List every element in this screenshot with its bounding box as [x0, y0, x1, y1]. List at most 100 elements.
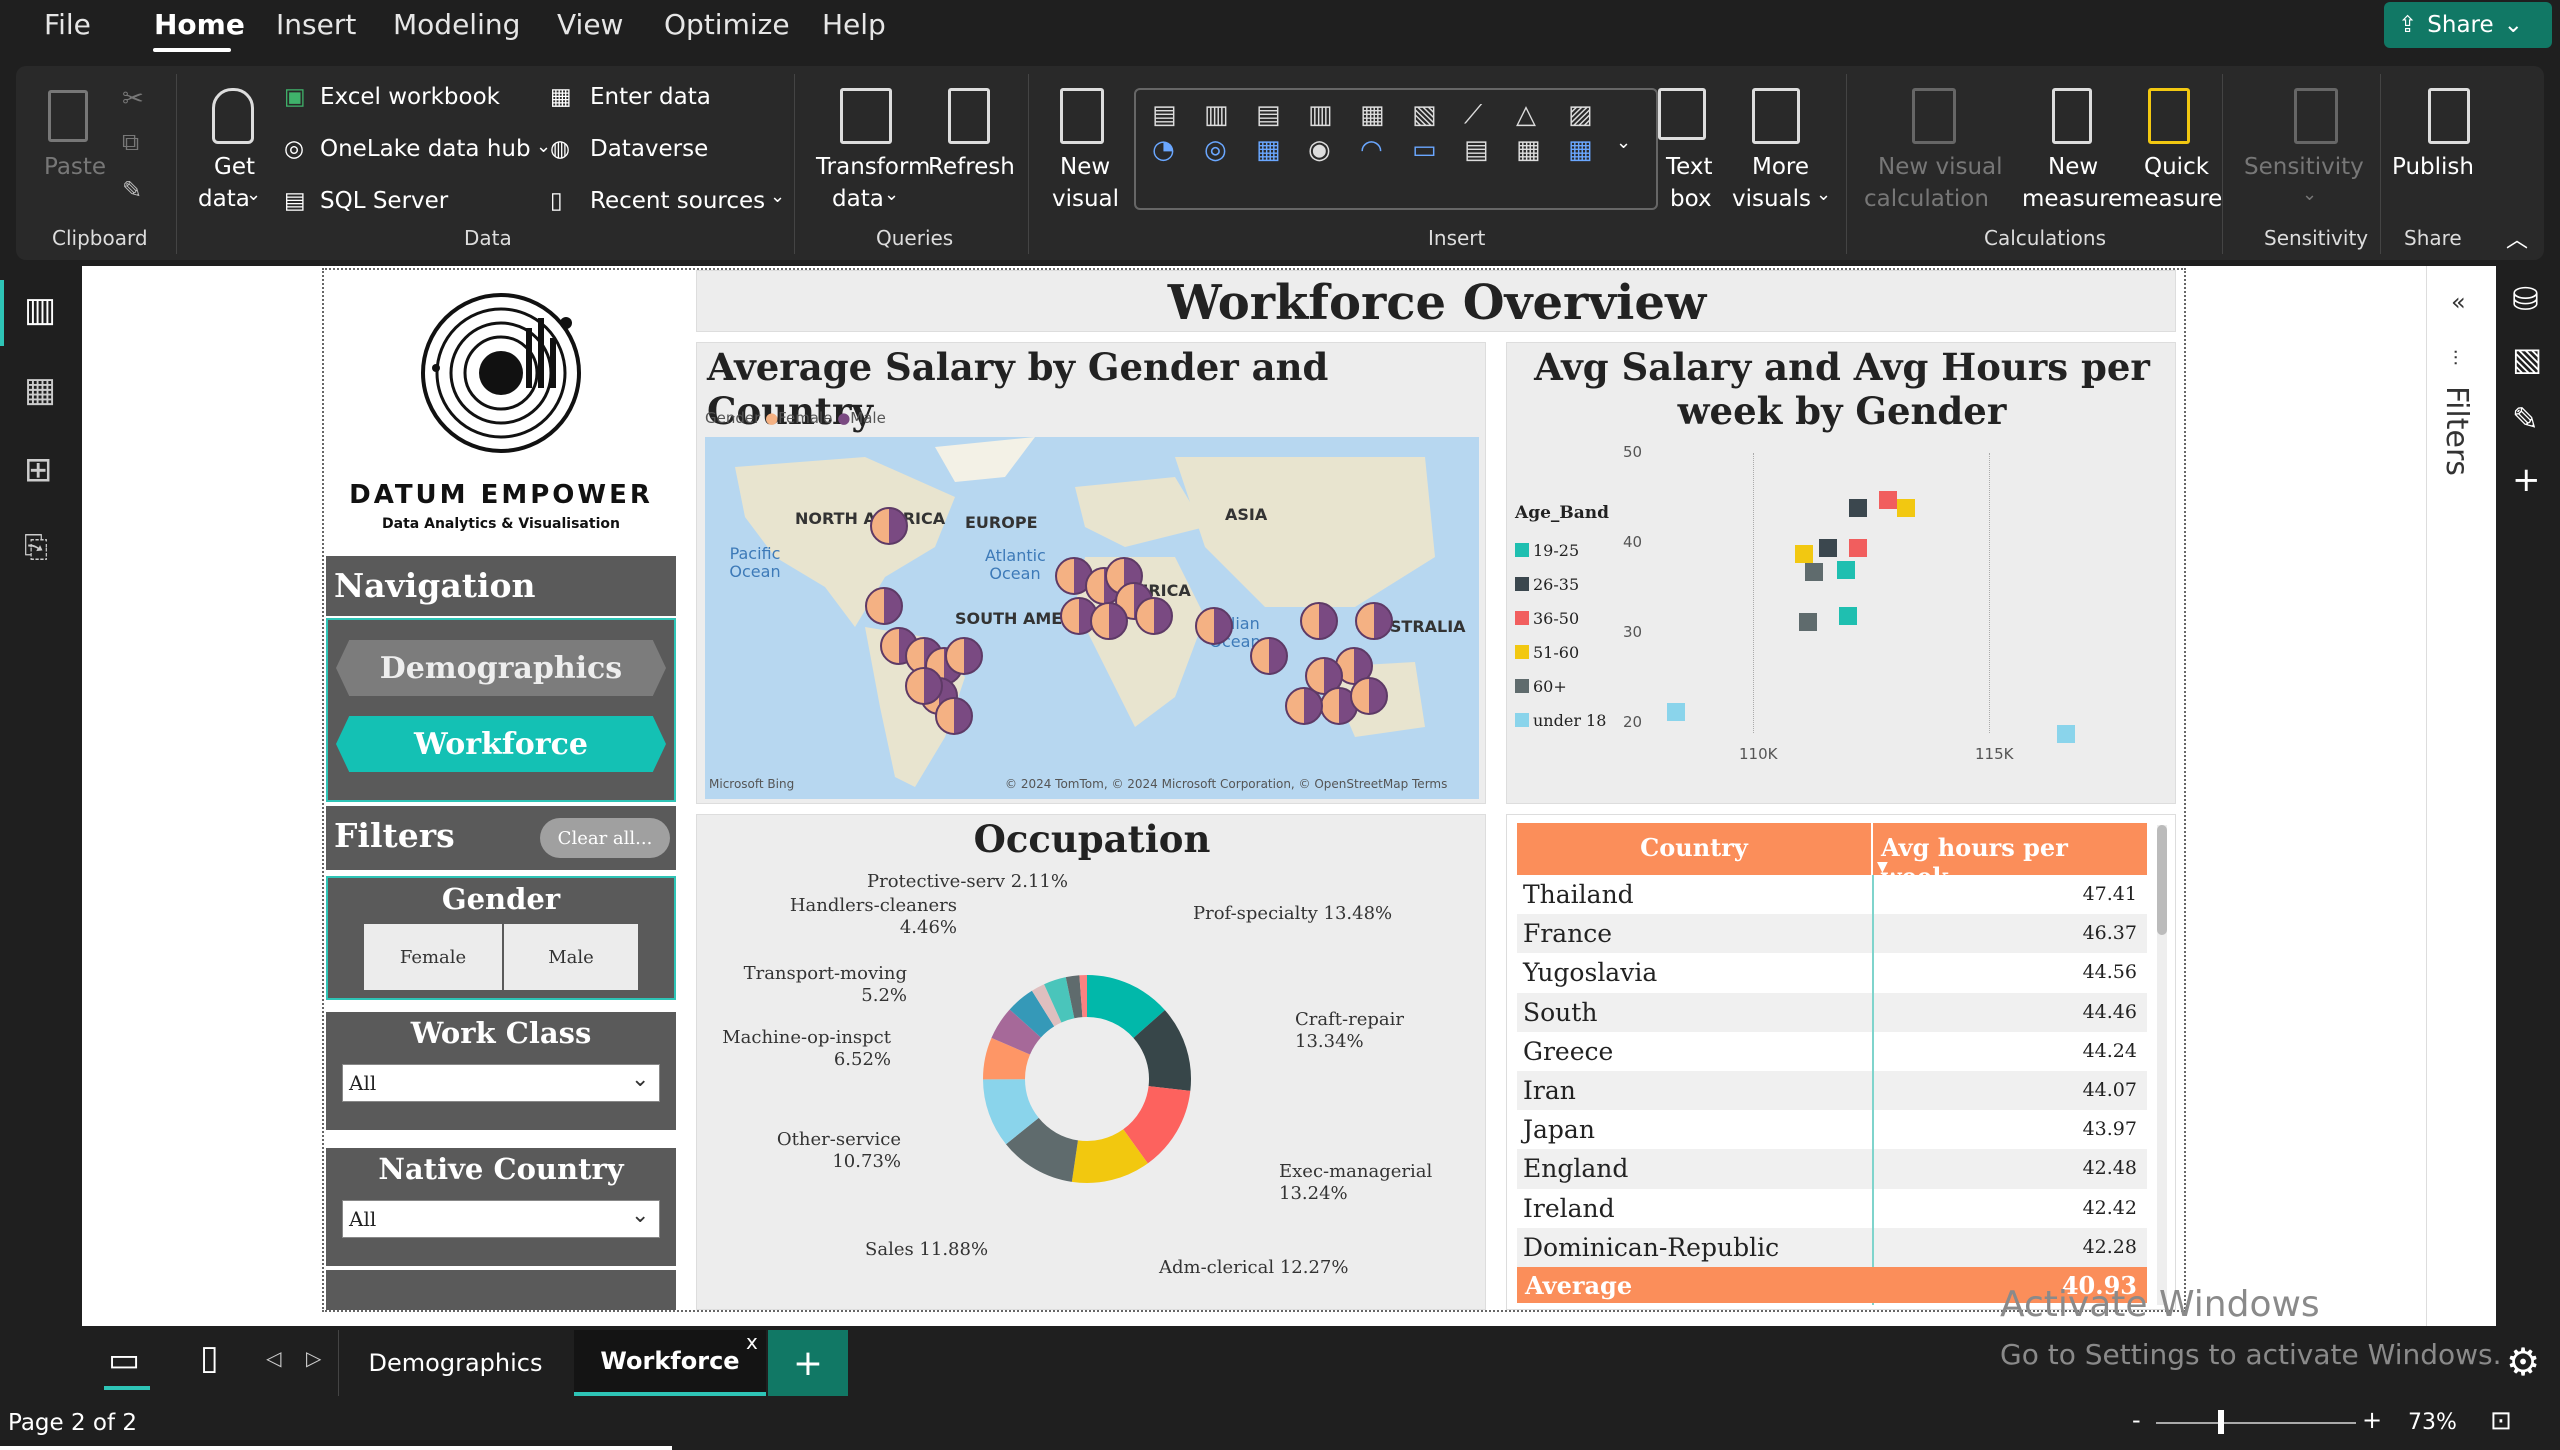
scatter-visual[interactable]: Avg Salary and Avg Hours per week by Gen… — [1506, 342, 2176, 804]
desktop-layout-icon[interactable]: ▭ — [108, 1340, 140, 1380]
format-pane-icon[interactable]: ▧ — [2512, 340, 2542, 378]
menu-help[interactable]: Help — [822, 8, 886, 41]
chevron-down-icon[interactable]: ⌄ — [1816, 184, 1831, 205]
table-row[interactable]: France 46.37 — [1517, 914, 2147, 954]
sort-descending-icon[interactable]: ▼ — [1877, 859, 1888, 875]
zoom-out-button[interactable]: - — [2132, 1406, 2141, 1434]
chevron-down-icon[interactable]: ⌄ — [536, 136, 551, 157]
column-chart-icon[interactable]: ▥ — [1204, 100, 1252, 131]
chevron-down-icon[interactable]: ⌄ — [2302, 184, 2317, 205]
menu-view[interactable]: View — [557, 8, 623, 41]
menu-file[interactable]: File — [44, 8, 91, 41]
new-visual-calculation-label-2[interactable]: calculation — [1864, 186, 1989, 212]
map-bubble[interactable] — [935, 697, 973, 735]
scatter-legend-item[interactable]: under 18 — [1515, 703, 1606, 737]
table-row[interactable]: Ireland 42.42 — [1517, 1188, 2147, 1228]
chevron-down-icon[interactable]: ⌄ — [246, 184, 261, 205]
filters-pane-collapsed[interactable]: « ⫶ Filters — [2426, 266, 2496, 1326]
visualizations-pane-icon[interactable]: ✎ — [2512, 400, 2539, 438]
scatter-point[interactable] — [1799, 613, 1817, 631]
excel-workbook-button[interactable]: Excel workbook — [320, 84, 500, 110]
map-bubble[interactable] — [1090, 602, 1128, 640]
expand-pane-icon[interactable]: « — [2451, 288, 2466, 316]
workforce-nav-button[interactable]: Workforce — [336, 716, 666, 772]
zoom-slider[interactable] — [2156, 1422, 2356, 1424]
tab-workforce[interactable]: Workforce — [574, 1330, 766, 1396]
kpi-icon[interactable]: ▤ — [1464, 135, 1512, 165]
map-bubble[interactable] — [945, 637, 983, 675]
enter-data-button[interactable]: Enter data — [590, 84, 711, 110]
map-icon[interactable]: ◉ — [1308, 135, 1356, 165]
scatter-point[interactable] — [1879, 491, 1897, 509]
table-visual-icon[interactable]: ▦ — [1516, 135, 1564, 165]
menu-modeling[interactable]: Modeling — [393, 8, 520, 41]
scatter-point[interactable] — [2057, 725, 2075, 743]
scrollbar-thumb[interactable] — [2157, 825, 2167, 935]
refresh-button[interactable]: Refresh — [928, 154, 1015, 180]
new-visual-calculation-button[interactable]: New visual — [1878, 154, 2003, 180]
dax-query-view-icon[interactable]: ⎘ — [24, 530, 48, 565]
new-measure-button[interactable]: New — [2048, 154, 2098, 180]
map-bubble[interactable] — [1350, 677, 1388, 715]
map-bubble[interactable] — [1355, 602, 1393, 640]
chevron-down-icon[interactable]: ⌄ — [770, 186, 785, 207]
gauge-icon[interactable]: ◠ — [1360, 135, 1408, 165]
scatter-legend-item[interactable]: 36-50 — [1515, 601, 1606, 635]
quick-measure-label-2[interactable]: measure — [2122, 186, 2222, 212]
collapse-ribbon-icon[interactable]: ︿ — [2506, 222, 2528, 254]
paste-button[interactable]: Paste — [44, 154, 106, 180]
country-hours-table[interactable]: Country Avg hours per week ▼ Thailand 47.… — [1506, 814, 2176, 1310]
model-view-icon[interactable]: ⊞ — [24, 450, 53, 490]
cut-icon[interactable]: ✂ — [122, 84, 144, 114]
scatter-point[interactable] — [1667, 703, 1685, 721]
donut-chart-icon[interactable]: ◎ — [1204, 135, 1252, 165]
scatter-legend-item[interactable]: 60+ — [1515, 669, 1606, 703]
table-row[interactable]: England 42.48 — [1517, 1149, 2147, 1189]
more-visuals-button[interactable]: More — [1752, 154, 1809, 180]
table-view-icon[interactable]: ▦ — [24, 370, 56, 410]
more-visuals-label-2[interactable]: visuals — [1732, 186, 1811, 212]
map-bubble[interactable] — [865, 587, 903, 625]
menu-optimize[interactable]: Optimize — [664, 8, 790, 41]
chevron-down-icon[interactable]: ⌄ — [884, 184, 899, 205]
country-column-header[interactable]: Country — [1517, 823, 1871, 875]
table-row[interactable]: Iran 44.07 — [1517, 1070, 2147, 1111]
map-canvas[interactable]: NORTH AMERICA EUROPE ASIA AFRICA SOUTH A… — [705, 437, 1479, 799]
line-chart-icon[interactable]: ⟋ — [1464, 100, 1512, 131]
scatter-legend-item[interactable]: 26-35 — [1515, 567, 1606, 601]
zoom-slider-thumb[interactable] — [2218, 1410, 2224, 1434]
table-row[interactable]: Japan 43.97 — [1517, 1110, 2147, 1150]
native-country-dropdown[interactable]: All ⌄ — [342, 1200, 660, 1238]
sensitivity-button[interactable]: Sensitivity — [2244, 154, 2364, 180]
settings-gear-icon[interactable]: ⚙ — [2506, 1340, 2540, 1384]
tab-demographics[interactable]: Demographics — [338, 1330, 572, 1396]
occupation-visual[interactable]: Occupation Prof-specialty 13.48% Craft-r… — [696, 814, 1486, 1310]
new-visual-label-2[interactable]: visual — [1052, 186, 1119, 212]
visuals-gallery[interactable]: ▤ ▥ ▤ ▥ ▦ ▧ ⟋ △ ▨ ◔ ◎ ▦ ◉ ◠ ▭ ▤ ▦ ▦ — [1134, 88, 1658, 210]
map-bubble[interactable] — [1300, 602, 1338, 640]
previous-page-icon[interactable]: ◁ — [266, 1346, 281, 1370]
add-page-button[interactable]: + — [768, 1330, 848, 1396]
menu-insert[interactable]: Insert — [276, 8, 356, 41]
map-visual[interactable]: Average Salary by Gender and Country Gen… — [696, 342, 1486, 804]
bar-100-icon[interactable]: ▦ — [1360, 100, 1408, 131]
card-icon[interactable]: ▭ — [1412, 135, 1460, 165]
scatter-point[interactable] — [1839, 607, 1857, 625]
dataverse-button[interactable]: Dataverse — [590, 136, 708, 162]
table-row[interactable]: Thailand 47.41 — [1517, 875, 2147, 915]
clustered-bar-icon[interactable]: ▤ — [1256, 100, 1304, 131]
chevron-down-icon[interactable]: ⌄ — [1616, 132, 1631, 153]
matrix-icon[interactable]: ▦ — [1568, 135, 1616, 165]
zoom-in-button[interactable]: + — [2362, 1406, 2382, 1434]
map-bubble[interactable] — [1250, 637, 1288, 675]
area-chart-icon[interactable]: △ — [1516, 100, 1564, 131]
data-pane-icon[interactable]: ⛁ — [2512, 280, 2539, 318]
workclass-dropdown[interactable]: All ⌄ — [342, 1064, 660, 1102]
map-bubble[interactable] — [1195, 607, 1233, 645]
fit-to-page-icon[interactable]: ⊡ — [2490, 1406, 2512, 1436]
map-bubble[interactable] — [870, 507, 908, 545]
share-button[interactable]: ⇪ Share ⌄ — [2384, 2, 2552, 48]
onelake-data-hub-button[interactable]: OneLake data hub — [320, 136, 531, 162]
donut-chart[interactable] — [917, 909, 1257, 1249]
scatter-point[interactable] — [1795, 545, 1813, 563]
